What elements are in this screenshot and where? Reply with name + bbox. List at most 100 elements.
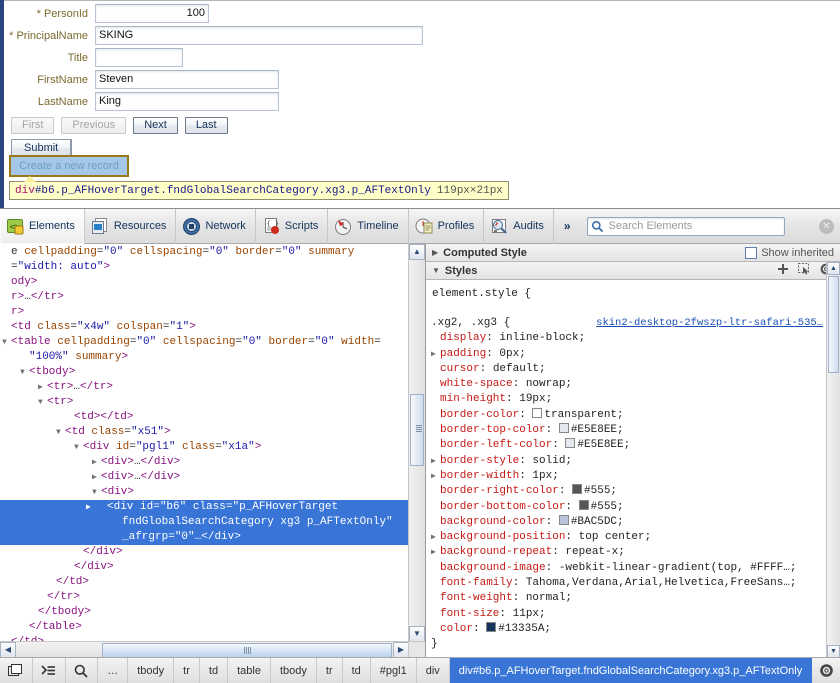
- css-property[interactable]: ▶ padding: 0px;: [426, 347, 827, 362]
- add-rule-icon[interactable]: [777, 263, 789, 278]
- dom-tree-line[interactable]: </tr>: [0, 590, 409, 605]
- element-state-icon[interactable]: [798, 262, 811, 279]
- breadcrumb-item[interactable]: tr: [317, 658, 343, 683]
- tab-scripts[interactable]: { } Scripts: [256, 208, 329, 244]
- scroll-down-arrow-icon[interactable]: ▼: [409, 626, 425, 642]
- settings-gear-icon[interactable]: [812, 658, 840, 683]
- first-record-button[interactable]: First: [11, 117, 55, 134]
- css-property[interactable]: border-color: transparent;: [426, 407, 827, 423]
- styles-header[interactable]: ▼ Styles: [426, 262, 840, 280]
- dom-tree-line[interactable]: ▶ <div>…</div>: [0, 455, 409, 470]
- css-property[interactable]: background-image: -webkit-linear-gradien…: [426, 561, 827, 576]
- input-firstname[interactable]: [95, 70, 279, 89]
- dom-vertical-scrollbar[interactable]: ▲ ▼: [408, 244, 425, 642]
- dom-tree-line[interactable]: "100%" summary>: [0, 350, 409, 365]
- input-lastname[interactable]: [95, 92, 279, 111]
- css-property[interactable]: font-family: Tahoma,Verdana,Arial,Helvet…: [426, 576, 827, 591]
- breadcrumb-item[interactable]: tbody: [128, 658, 175, 683]
- next-record-button[interactable]: Next: [133, 117, 178, 134]
- expand-property-icon[interactable]: ▶: [431, 454, 440, 469]
- console-drawer-icon[interactable]: [33, 658, 66, 683]
- dom-tree-line[interactable]: e cellpadding="0" cellspacing="0" border…: [0, 245, 409, 260]
- color-swatch[interactable]: [486, 621, 497, 632]
- color-swatch[interactable]: [578, 499, 589, 510]
- dom-tree-line[interactable]: </tbody>: [0, 605, 409, 620]
- dom-tree-line[interactable]: ▼ <tr>: [0, 395, 409, 410]
- css-property[interactable]: background-color: #BAC5DC;: [426, 514, 827, 530]
- dom-tree-line[interactable]: </div>: [0, 545, 409, 560]
- breadcrumb-item[interactable]: tbody: [271, 658, 317, 683]
- dom-tree-line[interactable]: ▼ <table cellpadding="0" cellspacing="0" …: [0, 335, 409, 350]
- disclosure-triangle-icon[interactable]: ▼: [56, 425, 65, 440]
- breadcrumb-item-selected[interactable]: div#b6.p_AFHoverTarget.fndGlobalSearchCa…: [449, 658, 813, 683]
- expand-property-icon[interactable]: ▶: [431, 545, 440, 560]
- css-property[interactable]: font-size: 11px;: [426, 607, 827, 622]
- disclosure-triangle-icon[interactable]: ▼: [2, 335, 11, 350]
- dom-tree-line[interactable]: ▼ <tbody>: [0, 365, 409, 380]
- dom-tree-line[interactable]: </table>: [0, 620, 409, 635]
- color-swatch[interactable]: [532, 407, 543, 418]
- dom-tree[interactable]: e cellpadding="0" cellspacing="0" border…: [0, 244, 409, 642]
- tab-audits[interactable]: Audits: [484, 208, 554, 244]
- disclosure-triangle-icon[interactable]: ▼: [38, 395, 47, 410]
- scroll-right-arrow-icon[interactable]: ▶: [393, 642, 409, 658]
- css-source-link[interactable]: skin2-desktop-2fwszp-ltr-safari-535…: [596, 316, 823, 331]
- dom-tree-line[interactable]: r>…</tr>: [0, 290, 409, 305]
- breadcrumb-item[interactable]: td: [343, 658, 371, 683]
- dom-tree-selected-node[interactable]: ▶ <div id="b6" class="p_AFHoverTarget fndG…: [0, 500, 409, 545]
- disclosure-triangle-icon[interactable]: ▼: [20, 365, 29, 380]
- breadcrumb-item[interactable]: td: [200, 658, 229, 683]
- css-property[interactable]: border-right-color: #555;: [426, 484, 827, 499]
- input-personid[interactable]: [95, 4, 209, 23]
- css-property[interactable]: display: inline-block;: [426, 331, 827, 346]
- css-property[interactable]: border-bottom-color: #555;: [426, 499, 827, 515]
- dom-tree-line[interactable]: ody>: [0, 275, 409, 290]
- tab-elements[interactable]: <> Elements: [0, 208, 85, 244]
- color-swatch[interactable]: [558, 423, 569, 434]
- disclosure-triangle-icon[interactable]: ▼: [92, 485, 101, 500]
- disclosure-triangle-icon[interactable]: ▼: [74, 440, 83, 455]
- tab-network[interactable]: Network: [176, 208, 256, 244]
- tab-resources[interactable]: Resources: [85, 208, 177, 244]
- css-property[interactable]: ▶ border-style: solid;: [426, 454, 827, 469]
- css-rule-close-brace[interactable]: }: [426, 637, 827, 652]
- tab-profiles[interactable]: Profiles: [409, 208, 485, 244]
- css-property[interactable]: cursor: default;: [426, 362, 827, 377]
- color-swatch[interactable]: [565, 438, 576, 449]
- breadcrumb-overflow[interactable]: …: [98, 658, 129, 683]
- styles-scroll-up-icon[interactable]: ▲: [827, 262, 840, 275]
- dom-tree-line[interactable]: ▶ <div>…</div>: [0, 470, 409, 485]
- css-property[interactable]: ▶ border-width: 1px;: [426, 469, 827, 484]
- styles-vertical-scrollbar[interactable]: ▲ ▼: [826, 262, 840, 658]
- dom-horizontal-scrollbar[interactable]: ◀ ▶: [0, 641, 409, 658]
- search-input[interactable]: [586, 216, 785, 236]
- css-property[interactable]: ▶ background-repeat: repeat-x;: [426, 545, 827, 560]
- close-devtools-icon[interactable]: ✕: [819, 219, 834, 234]
- dom-vscroll-thumb[interactable]: [410, 394, 424, 466]
- disclosure-triangle-icon[interactable]: ▶: [92, 455, 101, 470]
- css-property[interactable]: min-height: 19px;: [426, 392, 827, 407]
- dom-tree-line[interactable]: </td>: [0, 575, 409, 590]
- computed-style-header[interactable]: ▶ Computed Style Show inherited: [426, 244, 840, 262]
- inspect-element-icon[interactable]: [66, 658, 99, 683]
- dom-tree-line[interactable]: <td></td>: [0, 410, 409, 425]
- dom-tree-line[interactable]: ▼ <td class="x51">: [0, 425, 409, 440]
- disclosure-triangle-icon[interactable]: ▶: [86, 500, 107, 515]
- expand-property-icon[interactable]: ▶: [431, 469, 440, 484]
- input-title[interactable]: [95, 48, 183, 67]
- dom-tree-line[interactable]: <td class="x4w" colspan="1">: [0, 320, 409, 335]
- last-record-button[interactable]: Last: [184, 117, 228, 134]
- breadcrumb-item[interactable]: div: [417, 658, 450, 683]
- breadcrumb-item[interactable]: #pgl1: [371, 658, 417, 683]
- dom-tree-line[interactable]: </div>: [0, 560, 409, 575]
- dom-tree-line[interactable]: ▶ <tr>…</tr>: [0, 380, 409, 395]
- color-swatch[interactable]: [572, 484, 583, 495]
- breadcrumb-item[interactable]: table: [228, 658, 271, 683]
- styles-vscroll-thumb[interactable]: [828, 276, 839, 373]
- css-property[interactable]: border-left-color: #E5E8EE;: [426, 438, 827, 453]
- scroll-left-arrow-icon[interactable]: ◀: [0, 642, 16, 658]
- input-principalname[interactable]: [95, 26, 423, 45]
- css-property[interactable]: white-space: nowrap;: [426, 377, 827, 392]
- previous-record-button[interactable]: Previous: [61, 117, 127, 134]
- css-property[interactable]: ▶ background-position: top center;: [426, 530, 827, 545]
